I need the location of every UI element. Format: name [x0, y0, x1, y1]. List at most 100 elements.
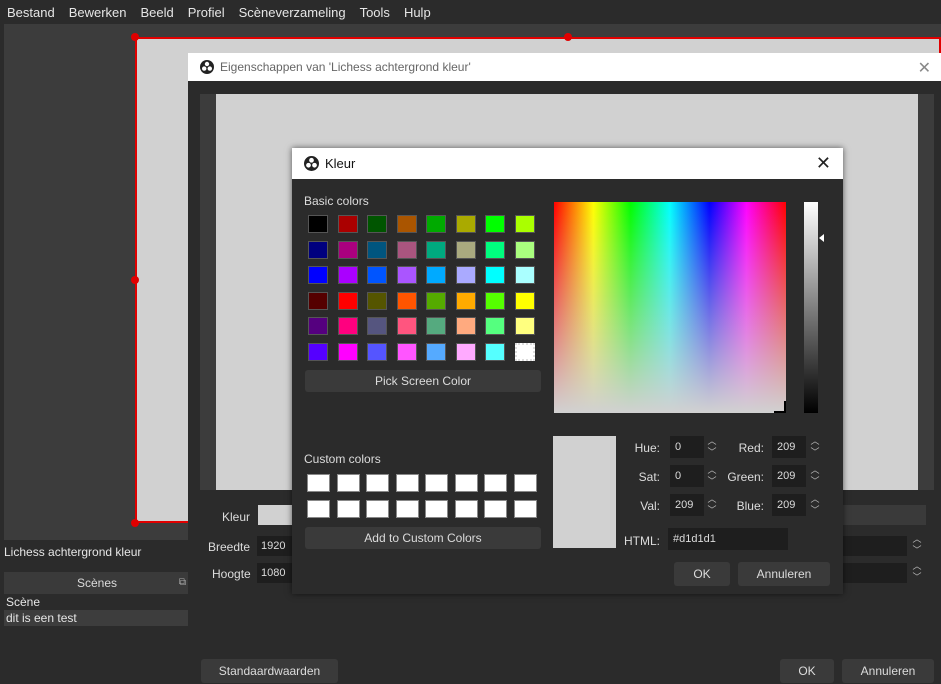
color-cancel-button[interactable]: Annuleren [738, 562, 830, 586]
basic-color-swatch[interactable] [514, 215, 535, 233]
chevron-down-icon[interactable]: ﹀ [808, 476, 822, 487]
color-preview-field[interactable] [258, 505, 292, 525]
height-field[interactable]: 1080 [257, 563, 292, 583]
chevron-up-icon[interactable]: ︿ [910, 534, 924, 545]
chevron-down-icon[interactable]: ﹀ [910, 545, 924, 556]
red-field[interactable]: 209 [772, 436, 806, 458]
basic-color-swatch[interactable] [308, 317, 328, 335]
blue-field[interactable]: 209 [772, 494, 806, 516]
luminance-slider[interactable] [804, 202, 818, 413]
chevron-down-icon[interactable]: ﹀ [705, 447, 719, 458]
ok-button[interactable]: OK [780, 659, 834, 683]
basic-color-swatch[interactable] [485, 266, 505, 284]
custom-color-slot[interactable] [307, 474, 330, 492]
basic-color-swatch[interactable] [308, 215, 328, 233]
basic-color-swatch[interactable] [426, 240, 446, 259]
custom-color-slot[interactable] [484, 474, 507, 492]
chevron-up-icon[interactable]: ︿ [808, 494, 822, 505]
basic-color-swatch[interactable] [367, 266, 387, 284]
cancel-button[interactable]: Annuleren [842, 659, 934, 683]
basic-color-swatch[interactable] [485, 291, 505, 310]
chevron-down-icon[interactable]: ﹀ [705, 505, 719, 516]
basic-color-swatch[interactable] [308, 342, 328, 361]
chevron-down-icon[interactable]: ﹀ [808, 505, 822, 516]
basic-color-swatch[interactable] [308, 266, 328, 284]
chevron-up-icon[interactable]: ︿ [910, 561, 924, 572]
basic-color-swatch[interactable] [337, 317, 358, 335]
hue-spinner[interactable]: ︿ ﹀ [705, 436, 719, 458]
hue-saturation-picker[interactable] [554, 202, 786, 413]
basic-color-swatch[interactable] [426, 291, 446, 310]
height-field-ext[interactable] [843, 563, 907, 583]
chevron-down-icon[interactable]: ﹀ [705, 476, 719, 487]
pick-screen-color-button[interactable]: Pick Screen Color [305, 370, 541, 392]
basic-color-swatch[interactable] [485, 317, 505, 335]
height-spinner[interactable]: ︿ ﹀ [910, 561, 924, 583]
basic-color-swatch[interactable] [455, 240, 476, 259]
basic-color-swatch[interactable] [337, 266, 358, 284]
width-field[interactable]: 1920 [257, 536, 292, 556]
width-spinner[interactable]: ︿ ﹀ [910, 534, 924, 556]
basic-color-swatch[interactable] [455, 342, 476, 361]
chevron-up-icon[interactable]: ︿ [705, 436, 719, 447]
chevron-down-icon[interactable]: ﹀ [910, 572, 924, 583]
custom-color-slot[interactable] [484, 500, 507, 518]
basic-color-swatch[interactable] [337, 291, 358, 310]
val-spinner[interactable]: ︿ ﹀ [705, 494, 719, 516]
basic-color-swatch[interactable] [396, 240, 417, 259]
green-field[interactable]: 209 [772, 465, 806, 487]
resize-handle[interactable] [131, 519, 139, 527]
basic-color-swatch[interactable] [396, 342, 417, 361]
custom-color-slot[interactable] [395, 474, 419, 492]
green-spinner[interactable]: ︿ ﹀ [808, 465, 822, 487]
basic-color-swatch[interactable] [396, 215, 417, 233]
width-field-ext[interactable] [843, 536, 907, 556]
basic-color-swatch[interactable] [367, 342, 387, 361]
resize-handle[interactable] [564, 33, 572, 41]
basic-color-swatch[interactable] [308, 240, 328, 259]
chevron-down-icon[interactable]: ﹀ [808, 447, 822, 458]
basic-color-swatch[interactable] [426, 317, 446, 335]
basic-color-swatch[interactable] [367, 215, 387, 233]
defaults-button[interactable]: Standaardwaarden [201, 659, 338, 683]
basic-color-swatch[interactable] [396, 317, 417, 335]
html-field[interactable]: #d1d1d1 [668, 528, 788, 550]
menu-sceneverzameling[interactable]: Scèneverzameling [232, 5, 353, 20]
select-color-button[interactable] [843, 505, 926, 525]
menu-tools[interactable]: Tools [353, 5, 397, 20]
chevron-up-icon[interactable]: ︿ [808, 436, 822, 447]
close-icon[interactable]: ✕ [816, 153, 831, 174]
basic-color-swatch[interactable] [396, 291, 417, 310]
dock-icon[interactable]: ⧉ [179, 572, 186, 594]
chevron-up-icon[interactable]: ︿ [808, 465, 822, 476]
resize-handle[interactable] [131, 33, 139, 41]
custom-color-slot[interactable] [395, 500, 419, 518]
menu-beeld[interactable]: Beeld [134, 5, 181, 20]
basic-color-swatch[interactable] [514, 317, 535, 335]
scene-item[interactable]: dit is een test [4, 610, 190, 626]
basic-color-swatch[interactable] [455, 215, 476, 233]
basic-color-swatch[interactable] [337, 342, 358, 361]
basic-color-swatch[interactable] [485, 342, 505, 361]
sat-field[interactable]: 0 [670, 465, 704, 487]
basic-color-swatch[interactable] [514, 240, 535, 259]
basic-color-swatch[interactable] [455, 266, 476, 284]
custom-color-slot[interactable] [366, 500, 389, 518]
menu-hulp[interactable]: Hulp [397, 5, 438, 20]
luminance-pointer[interactable] [819, 234, 824, 242]
basic-color-swatch[interactable] [455, 291, 476, 310]
basic-color-swatch[interactable] [514, 266, 535, 284]
custom-color-slot[interactable] [307, 500, 330, 518]
menu-bewerken[interactable]: Bewerken [62, 5, 134, 20]
close-icon[interactable]: ✕ [918, 58, 931, 78]
custom-color-slot[interactable] [454, 474, 478, 492]
add-custom-colors-button[interactable]: Add to Custom Colors [305, 527, 541, 549]
custom-color-slot[interactable] [454, 500, 478, 518]
custom-color-slot[interactable] [425, 500, 448, 518]
basic-color-swatch[interactable] [367, 291, 387, 310]
basic-color-swatch[interactable] [426, 342, 446, 361]
custom-color-slot[interactable] [336, 474, 360, 492]
basic-color-swatch[interactable] [367, 240, 387, 259]
val-field[interactable]: 209 [670, 494, 704, 516]
basic-color-swatch[interactable] [367, 317, 387, 335]
